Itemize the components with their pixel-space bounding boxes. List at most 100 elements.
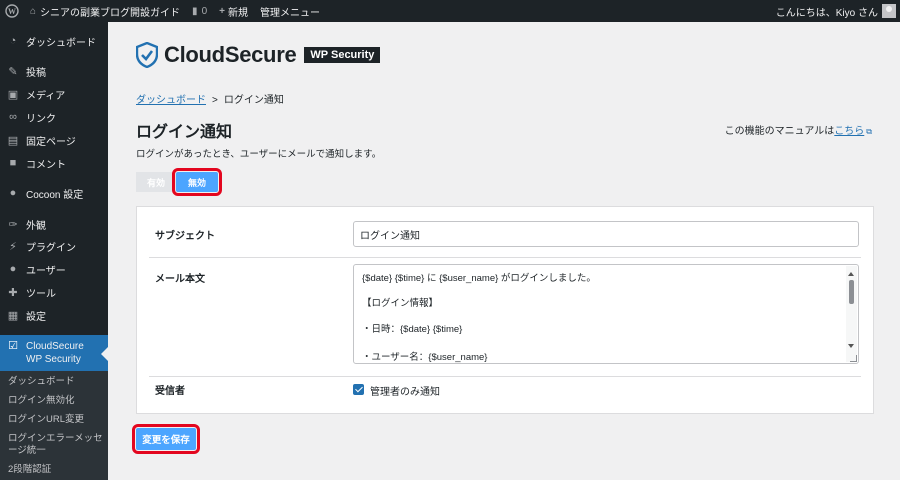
sidebar-item-label: ダッシュボード xyxy=(26,37,96,49)
recipient-label: 受信者 xyxy=(155,386,185,397)
manage-menu-link[interactable]: 管理メニュー xyxy=(254,0,326,22)
admin-only-label[interactable]: 管理者のみ通知 xyxy=(370,383,440,398)
external-link-icon: ⧉ xyxy=(866,127,872,136)
sidebar-item-label: 外観 xyxy=(26,220,46,232)
scroll-down-icon[interactable] xyxy=(848,344,854,351)
submenu-item-two-factor[interactable]: 2段階認証 xyxy=(8,464,104,476)
body-line: ・ユーザー名：{$user_name} xyxy=(362,352,488,363)
media-icon: ▣ xyxy=(7,88,19,101)
subject-label: サブジェクト xyxy=(155,231,215,242)
plugin-icon: ⚡ xyxy=(9,240,17,253)
sidebar-item-label: 固定ページ xyxy=(26,136,76,148)
comment-icon: ■ xyxy=(9,157,17,169)
settings-panel: サブジェクト ログイン通知 メール本文 {$date} {$time} に {$… xyxy=(136,206,874,414)
sidebar-item-users[interactable]: ● ユーザー xyxy=(0,258,108,280)
sidebar-item-links[interactable]: ∞ リンク xyxy=(0,106,108,128)
sidebar-item-media[interactable]: ▣ メディア xyxy=(0,83,108,105)
sidebar-item-label: ツール xyxy=(26,288,56,300)
sidebar-item-comments[interactable]: ■ コメント xyxy=(0,152,108,174)
main-content: CloudSecure WP Security ダッシュボード > ログイン通知 ロ… xyxy=(108,22,900,480)
breadcrumb-current: ログイン通知 xyxy=(223,95,284,106)
sidebar-item-settings[interactable]: ▦ 設定 xyxy=(0,304,108,326)
new-label: 新規 xyxy=(227,7,248,19)
sidebar-item-label: 設定 xyxy=(26,311,46,323)
sidebar-item-label: CloudSecure WP Security xyxy=(26,341,84,365)
wrench-icon: ✚ xyxy=(8,286,18,299)
sidebar-item-label: プラグイン xyxy=(26,242,76,254)
sidebar-item-label: リンク xyxy=(26,113,56,125)
sidebar-item-label: Cocoon 設定 xyxy=(26,189,84,201)
mail-body-label: メール本文 xyxy=(155,274,205,285)
comments-count: 0 xyxy=(201,5,208,17)
comments-link[interactable]: ▮ 0 xyxy=(186,0,213,22)
home-icon: ⌂ xyxy=(30,5,37,17)
wordpress-logo-icon[interactable]: W xyxy=(0,0,24,22)
sidebar-item-label: ユーザー xyxy=(26,265,66,277)
manual-prefix: この機能のマニュアルは xyxy=(724,126,835,137)
user-icon: ● xyxy=(9,263,17,275)
cocoon-icon: ● xyxy=(9,187,17,199)
enable-button[interactable]: 有効 xyxy=(136,172,176,192)
sidebar-item-cloudsecure[interactable]: ☑ CloudSecure WP Security xyxy=(0,335,108,371)
body-line: {$date} {$time} に {$user_name} がログインしました… xyxy=(362,273,596,284)
shield-check-icon: ☑ xyxy=(8,340,18,352)
account-menu[interactable]: こんにちは、Kiyo さん xyxy=(770,0,900,22)
dashboard-icon: ◔ xyxy=(9,35,17,47)
greeting: こんにちは、Kiyo さん xyxy=(775,7,878,19)
sidebar-item-plugins[interactable]: ⚡ プラグイン xyxy=(0,235,108,257)
scroll-thumb[interactable] xyxy=(849,280,854,304)
sidebar-item-label: 投稿 xyxy=(26,67,46,79)
body-line: 【ログイン情報】 xyxy=(362,298,439,309)
sidebar-item-posts[interactable]: ✎ 投稿 xyxy=(0,60,108,82)
cloudsecure-submenu: ダッシュボード ログイン無効化 ログインURL変更 ログインエラーメッセージ統一… xyxy=(0,371,108,480)
sidebar-item-label: コメント xyxy=(26,159,66,171)
submenu-item-login-disable[interactable]: ログイン無効化 xyxy=(8,395,104,407)
site-name: シニアの副業ブログ開設ガイド xyxy=(40,7,181,19)
disable-button[interactable]: 無効 xyxy=(172,168,222,196)
page-title: ログイン通知 xyxy=(136,124,233,141)
submenu-item-login-url[interactable]: ログインURL変更 xyxy=(8,414,104,426)
divider xyxy=(149,376,861,377)
new-content-link[interactable]: + 新規 xyxy=(213,0,254,22)
brand-badge: WP Security xyxy=(304,47,381,63)
body-line: ・日時：{$date} {$time} xyxy=(362,324,463,335)
admin-sidebar: ◔ ダッシュボード ✎ 投稿 ▣ メディア ∞ リンク ▤ 固定ページ ■ コメント ● Co… xyxy=(0,22,108,480)
admin-bar: W ⌂ シニアの副業ブログ開設ガイド ▮ 0 + 新規 管理メニュー こんにちは… xyxy=(0,0,900,22)
breadcrumb: ダッシュボード > ログイン通知 xyxy=(136,91,284,106)
avatar xyxy=(882,4,896,18)
sidebar-item-cocoon[interactable]: ● Cocoon 設定 xyxy=(0,182,108,204)
settings-icon: ▦ xyxy=(7,309,19,322)
svg-text:W: W xyxy=(8,7,16,16)
breadcrumb-dashboard-link[interactable]: ダッシュボード xyxy=(136,95,206,106)
resize-handle-icon[interactable] xyxy=(850,355,857,362)
manual-note: この機能のマニュアルはこちら ⧉ xyxy=(725,122,872,137)
link-icon: ∞ xyxy=(9,111,17,123)
status-toggle: 有効 無効 xyxy=(136,168,222,196)
brand-logo: CloudSecure WP Security xyxy=(136,42,381,68)
brand-name: CloudSecure xyxy=(164,42,297,67)
page-description: ログインがあったとき、ユーザーにメールで通知します。 xyxy=(136,149,382,160)
sidebar-item-appearance[interactable]: ✑ 外観 xyxy=(0,213,108,235)
submenu-item-dashboard[interactable]: ダッシュボード xyxy=(8,376,104,388)
sidebar-item-label: メディア xyxy=(26,90,66,102)
admin-only-checkbox[interactable] xyxy=(353,384,364,395)
shield-check-icon xyxy=(136,42,158,68)
subject-input[interactable]: ログイン通知 xyxy=(353,221,859,247)
sidebar-item-tools[interactable]: ✚ ツール xyxy=(0,281,108,303)
sidebar-item-dashboard[interactable]: ◔ ダッシュボード xyxy=(0,30,108,52)
brush-icon: ✑ xyxy=(8,218,18,231)
plus-icon: + xyxy=(219,5,225,17)
breadcrumb-separator: > xyxy=(212,95,218,106)
comment-bubble-icon: ▮ xyxy=(192,5,198,17)
divider xyxy=(149,257,861,258)
scroll-up-icon[interactable] xyxy=(848,269,854,276)
manual-link[interactable]: こちら xyxy=(834,126,864,137)
site-name-link[interactable]: ⌂ シニアの副業ブログ開設ガイド xyxy=(24,0,186,22)
manage-label: 管理メニュー xyxy=(259,7,320,19)
submenu-item-error-message[interactable]: ログインエラーメッセージ統一 xyxy=(8,433,104,457)
sidebar-item-pages[interactable]: ▤ 固定ページ xyxy=(0,129,108,151)
mail-body-textarea[interactable]: {$date} {$time} に {$user_name} がログインしました… xyxy=(353,264,859,364)
pin-icon: ✎ xyxy=(8,65,18,78)
textarea-scrollbar[interactable] xyxy=(846,266,857,362)
save-button[interactable]: 変更を保存 xyxy=(132,424,200,454)
